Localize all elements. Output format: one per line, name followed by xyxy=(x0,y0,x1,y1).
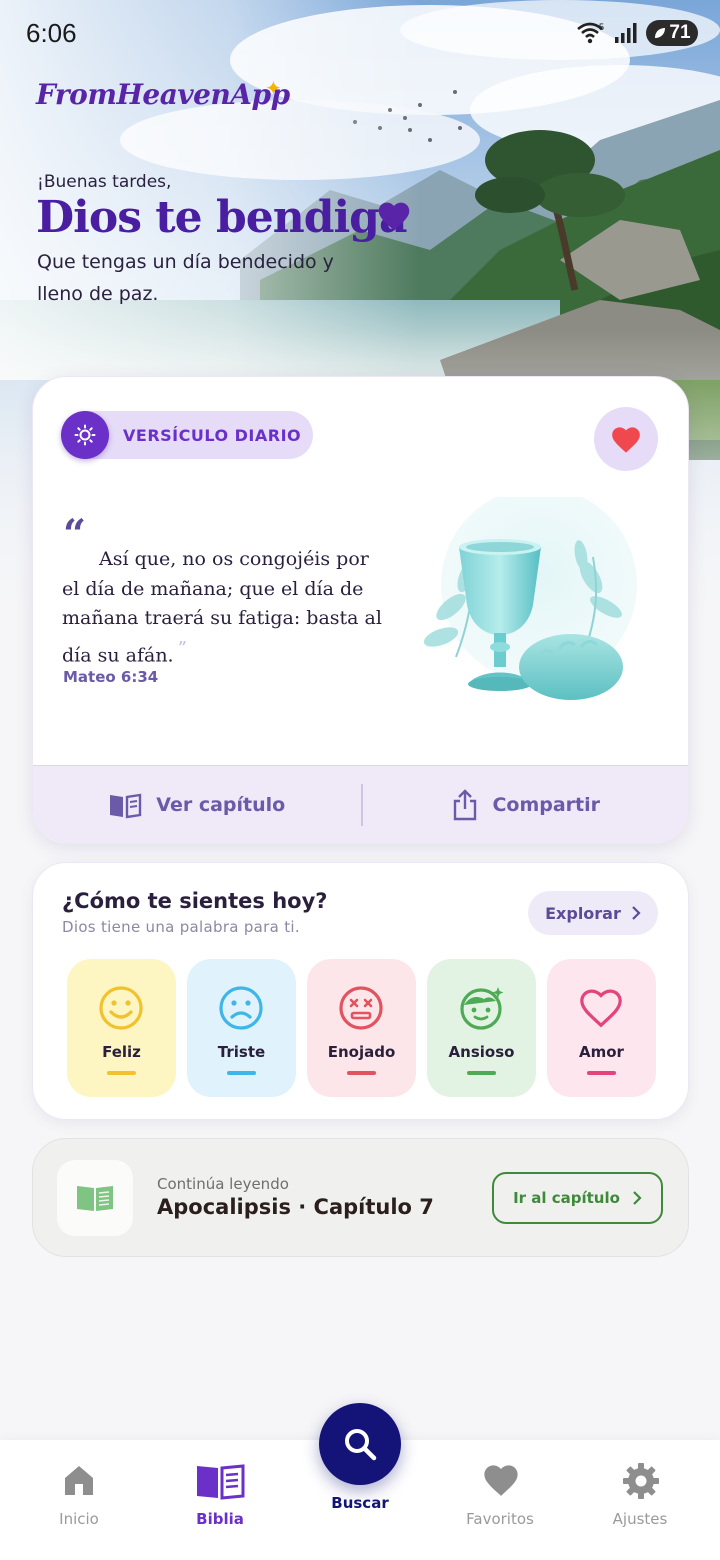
go-to-chapter-button[interactable]: Ir al capítulo xyxy=(492,1172,663,1224)
continue-reading-card[interactable]: Continúa leyendo Apocalipsis · Capítulo … xyxy=(32,1138,689,1257)
nav-label: Ajustes xyxy=(612,1510,668,1528)
status-time: 6:06 xyxy=(26,18,77,48)
heart-icon xyxy=(612,426,640,453)
greeting-heart-icon xyxy=(378,202,410,231)
sad-face-icon xyxy=(219,986,263,1030)
status-bar: 6:06 5 71 xyxy=(0,0,720,70)
nav-item-ajustes[interactable]: Ajustes xyxy=(585,1440,695,1560)
chalice-bread-illustration xyxy=(423,497,637,700)
wifi-icon: 5 xyxy=(577,22,604,44)
continue-reading-title: Apocalipsis · Capítulo 7 xyxy=(157,1195,434,1219)
battery-indicator: 71 xyxy=(646,20,698,46)
nav-label: Biblia xyxy=(196,1510,244,1528)
open-book-icon xyxy=(77,1186,113,1211)
heart-outline-icon xyxy=(580,989,622,1028)
angry-face-icon xyxy=(339,986,383,1030)
mood-anxious[interactable]: Ansioso xyxy=(427,959,536,1097)
mood-sad[interactable]: Triste xyxy=(187,959,296,1097)
share-button[interactable]: Compartir xyxy=(363,766,689,843)
mood-indicator xyxy=(587,1071,616,1075)
share-icon xyxy=(454,788,477,820)
mood-happy[interactable]: Feliz xyxy=(67,959,176,1097)
view-chapter-button[interactable]: Ver capítulo xyxy=(33,766,361,843)
anxious-face-icon xyxy=(460,987,504,1030)
logo-star-icon: ✦ xyxy=(265,76,282,100)
mood-indicator xyxy=(107,1071,136,1075)
mood-indicator xyxy=(467,1071,496,1075)
mood-angry[interactable]: Enojado xyxy=(307,959,416,1097)
share-label: Compartir xyxy=(492,793,601,816)
daily-verse-card: VERSÍCULO DIARIO “ Así que, no os congoj… xyxy=(32,376,689,844)
mood-label: Feliz xyxy=(102,1043,141,1061)
heart-icon xyxy=(484,1465,518,1496)
verse-text-content: Así que, no os congojéis por el día de m… xyxy=(62,548,382,666)
mood-love[interactable]: Amor xyxy=(547,959,656,1097)
go-to-chapter-label: Ir al capítulo xyxy=(513,1189,620,1207)
close-quote-icon: ” xyxy=(177,637,187,659)
verse-text: Así que, no os congojéis por el día de m… xyxy=(62,545,392,670)
nav-item-favoritos[interactable]: Favoritos xyxy=(445,1440,555,1560)
battery-level: 71 xyxy=(669,22,691,43)
sun-icon xyxy=(61,411,109,459)
network-badge: 5 xyxy=(599,22,604,32)
favorite-verse-button[interactable] xyxy=(594,407,658,471)
daily-verse-badge: VERSÍCULO DIARIO xyxy=(61,411,313,459)
mood-label: Amor xyxy=(579,1043,624,1061)
status-icons: 5 71 xyxy=(576,20,698,46)
nav-item-inicio[interactable]: Inicio xyxy=(24,1440,134,1560)
greeting-title: Dios te bendiga xyxy=(36,192,407,243)
nav-label: Favoritos xyxy=(466,1510,534,1528)
search-button[interactable] xyxy=(319,1403,401,1485)
mood-label: Ansioso xyxy=(448,1043,515,1061)
mood-subtitle: Dios tiene una palabra para ti. xyxy=(62,918,300,936)
greeting-small: ¡Buenas tardes, xyxy=(37,172,172,192)
continue-reading-icon-box xyxy=(57,1160,133,1236)
daily-verse-label: VERSÍCULO DIARIO xyxy=(123,425,302,445)
home-icon xyxy=(65,1466,93,1495)
open-book-icon xyxy=(110,793,142,818)
signal-icon xyxy=(615,23,637,43)
verse-reference: Mateo 6:34 xyxy=(63,668,159,686)
nav-label-buscar[interactable]: Buscar xyxy=(300,1494,420,1512)
mood-indicator xyxy=(347,1071,376,1075)
mood-options: Feliz Triste Enojado Ansioso Amor xyxy=(67,959,656,1097)
nav-label: Inicio xyxy=(59,1510,99,1528)
mood-indicator xyxy=(227,1071,256,1075)
gear-icon xyxy=(623,1463,659,1499)
mood-card: ¿Cómo te sientes hoy? Dios tiene una pal… xyxy=(32,862,689,1120)
mood-title: ¿Cómo te sientes hoy? xyxy=(62,889,328,913)
verse-actions-bar: Ver capítulo Compartir xyxy=(33,765,689,843)
explore-button[interactable]: Explorar xyxy=(528,891,658,935)
greeting-subtitle: Que tengas un día bendecido y lleno de p… xyxy=(37,251,334,305)
mood-label: Triste xyxy=(217,1043,266,1061)
view-chapter-label: Ver capítulo xyxy=(156,793,286,816)
battery-leaf-icon xyxy=(655,28,666,38)
chevron-right-icon xyxy=(633,1191,642,1205)
chevron-right-icon xyxy=(632,906,641,920)
continue-reading-label: Continúa leyendo xyxy=(157,1175,289,1193)
explore-label: Explorar xyxy=(545,903,621,923)
nav-item-biblia[interactable]: Biblia xyxy=(165,1440,275,1560)
book-icon xyxy=(197,1464,245,1500)
app-logo: FromHeavenApp xyxy=(36,78,290,111)
happy-face-icon xyxy=(99,986,143,1030)
mood-label: Enojado xyxy=(327,1043,396,1061)
search-icon xyxy=(345,1429,377,1461)
